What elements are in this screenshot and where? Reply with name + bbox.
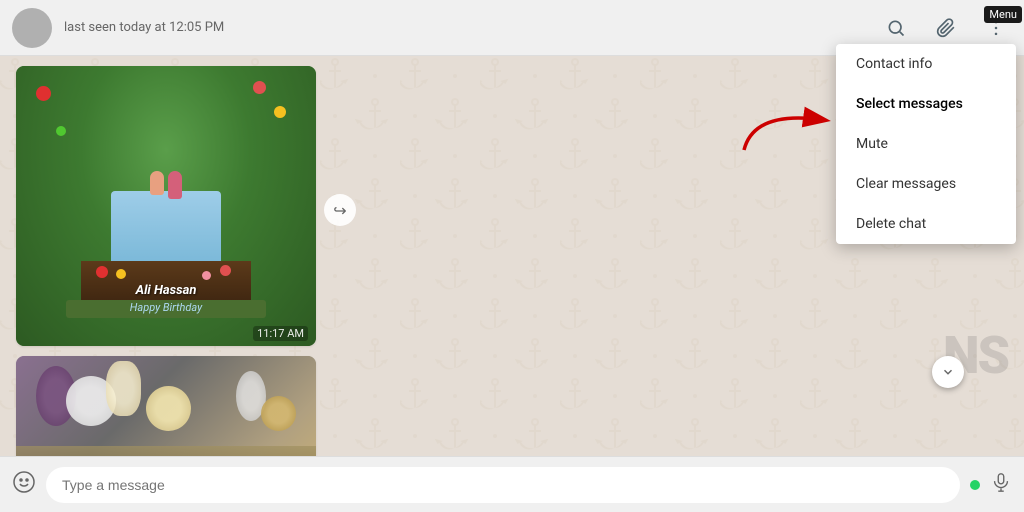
menu-item-select-messages[interactable]: Select messages: [836, 84, 1016, 124]
cake-image: Ali Hassan Happy Birthday: [16, 66, 316, 346]
menu-badge: Menu: [984, 6, 1022, 23]
message-time: 11:17 AM: [253, 326, 308, 341]
cake-text1: Ali Hassan: [136, 283, 197, 298]
search-icon[interactable]: [880, 12, 912, 44]
forward-button[interactable]: ↪: [324, 194, 356, 226]
mic-button[interactable]: [990, 471, 1012, 498]
header-info: last seen today at 12:05 PM: [64, 20, 880, 35]
scroll-down-button[interactable]: [932, 356, 964, 388]
cake-text2: Happy Birthday: [130, 301, 202, 314]
message-bubble-cake: Ali Hassan Happy Birthday 11:17 AM: [16, 66, 316, 346]
chat-footer: [0, 456, 1024, 512]
header-status: last seen today at 12:05 PM: [64, 20, 880, 35]
flower-image: [16, 356, 316, 456]
more-options-icon[interactable]: Menu: [980, 12, 1012, 44]
menu-item-clear-messages[interactable]: Clear messages: [836, 164, 1016, 204]
message-input[interactable]: [46, 467, 960, 503]
message-bubble-flowers: [16, 356, 316, 456]
menu-item-contact-info[interactable]: Contact info: [836, 44, 1016, 84]
context-menu: Contact info Select messages Mute Clear …: [836, 44, 1016, 244]
emoji-button[interactable]: [12, 470, 36, 500]
avatar[interactable]: [12, 8, 52, 48]
menu-item-delete-chat[interactable]: Delete chat: [836, 204, 1016, 244]
send-dot: [970, 480, 980, 490]
menu-item-mute[interactable]: Mute: [836, 124, 1016, 164]
header-actions: Menu: [880, 12, 1012, 44]
attach-icon[interactable]: [930, 12, 962, 44]
